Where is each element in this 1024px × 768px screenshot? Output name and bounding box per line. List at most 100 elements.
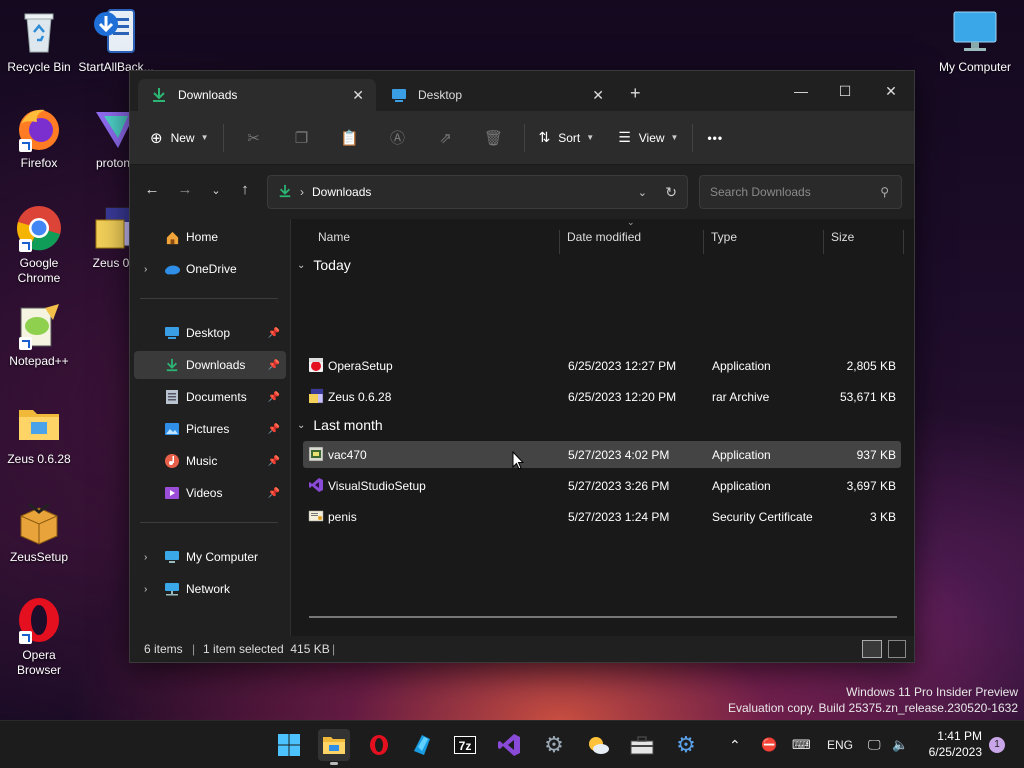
download-icon [278, 184, 292, 201]
desktop-icon-zeussetup[interactable]: ZeusSetup [0, 498, 78, 565]
item-count: 6 items [144, 642, 183, 656]
keyboard-icon[interactable]: ⌨ [792, 721, 811, 768]
volume-icon[interactable]: 🔈 [892, 721, 908, 768]
close-button[interactable]: ✕ [868, 77, 914, 105]
cut-icon[interactable]: ✂ [230, 122, 278, 154]
desktop-icon-recycle-bin[interactable]: Recycle Bin [0, 8, 78, 75]
language-indicator[interactable]: ENG [827, 721, 853, 768]
sidebar-item-network[interactable]: › Network [134, 575, 286, 603]
title-bar: Downloads ✕ Desktop ✕ + ― ☐ ✕ [130, 71, 914, 111]
taskbar-file-explorer[interactable] [318, 729, 350, 765]
sidebar-item-music[interactable]: Music 📌 [134, 447, 286, 475]
sidebar-item-my-computer[interactable]: › My Computer [134, 543, 286, 571]
view-button[interactable]: ☰ View ▼ [610, 122, 686, 154]
rename-icon[interactable]: Ⓐ [374, 122, 422, 154]
desktop-icon-zeus-folder[interactable]: Zeus 0.6.28 [0, 400, 78, 467]
tab-downloads[interactable]: Downloads ✕ [138, 79, 376, 111]
pin-icon: 📌 [267, 327, 280, 339]
paste-icon[interactable]: 📋 [326, 122, 374, 154]
new-tab-button[interactable]: + [630, 83, 641, 104]
chevron-right-icon[interactable]: › [144, 552, 147, 563]
clock[interactable]: 1:41 PM 6/25/2023 [929, 728, 982, 760]
taskbar-opera[interactable] [363, 729, 395, 761]
tab-desktop[interactable]: Desktop ✕ [378, 79, 616, 111]
recent-locations-chevron-icon[interactable]: ⌄ [204, 184, 228, 197]
notification-badge[interactable]: 1 [989, 737, 1005, 753]
tiles-view-icon[interactable] [888, 640, 906, 658]
chevron-right-icon[interactable]: › [144, 264, 147, 275]
maximize-button[interactable]: ☐ [822, 77, 868, 105]
taskbar-toolbox[interactable] [626, 729, 658, 761]
refresh-icon[interactable]: ↻ [665, 184, 677, 201]
taskbar-settings-gear[interactable]: ⚙ [538, 729, 570, 761]
address-bar[interactable]: › Downloads ⌄ ↻ [267, 175, 688, 209]
desktop-icon-firefox[interactable]: Firefox [0, 104, 78, 171]
taskbar-visual-studio[interactable] [493, 729, 525, 761]
delete-icon[interactable]: 🗑 [470, 122, 518, 154]
sidebar-item-onedrive[interactable]: › OneDrive [134, 255, 286, 283]
new-label: New [170, 130, 195, 145]
desktop-icon-label: Zeus 0.6.28 [7, 452, 71, 466]
sidebar-item-videos[interactable]: Videos 📌 [134, 479, 286, 507]
taskbar-app-blue[interactable] [406, 729, 438, 761]
show-hidden-icons-chevron[interactable]: ⌃ [729, 721, 741, 768]
group-header-last-month[interactable]: ⌄ Last month [297, 417, 383, 433]
sidebar-item-label: Downloads [186, 358, 246, 372]
details-view-icon[interactable] [862, 640, 882, 658]
table-row[interactable]: OperaSetup 6/25/2023 12:27 PM Applicatio… [303, 352, 901, 379]
sidebar-item-desktop[interactable]: Desktop 📌 [134, 319, 286, 347]
sidebar-item-downloads[interactable]: Downloads 📌 [134, 351, 286, 379]
new-button[interactable]: ⊕ New ▼ [142, 122, 217, 154]
desktop-icon-my-computer[interactable]: My Computer [936, 8, 1014, 75]
windows-logo-icon [278, 734, 300, 756]
taskbar-weather[interactable] [582, 729, 614, 761]
file-name: VisualStudioSetup [328, 479, 426, 493]
search-input[interactable]: Search Downloads ⚲ [699, 175, 902, 209]
close-tab-icon[interactable]: ✕ [352, 87, 364, 104]
display-icon[interactable]: 🖵 [868, 721, 881, 768]
desktop-icon-google-chrome[interactable]: Google Chrome [0, 204, 78, 286]
copy-icon[interactable]: ❐ [278, 122, 326, 154]
column-separator[interactable] [823, 230, 824, 254]
back-arrow-icon[interactable]: ← [140, 181, 164, 198]
network-disconnected-icon[interactable]: ⛔ [761, 721, 777, 768]
desktop-icon-opera-browser[interactable]: Opera Browser [0, 596, 78, 678]
see-more-button[interactable]: ••• [699, 122, 731, 154]
column-separator[interactable] [903, 230, 904, 254]
table-row[interactable]: vac470 5/27/2023 4:02 PM Application 937… [303, 441, 901, 468]
chevron-down-icon: ▼ [670, 133, 679, 142]
sort-button[interactable]: ⇅ Sort ▼ [531, 122, 603, 154]
group-header-today[interactable]: ⌄ Today [297, 257, 351, 273]
minimize-button[interactable]: ― [778, 77, 824, 105]
column-header-date-modified[interactable]: Date modified [567, 230, 641, 244]
breadcrumb-separator-icon: › [300, 185, 304, 199]
up-arrow-icon[interactable]: ↑ [233, 181, 257, 198]
table-row[interactable]: penis 5/27/2023 1:24 PM Security Certifi… [303, 503, 901, 530]
start-button[interactable] [273, 729, 305, 761]
sidebar-item-home[interactable]: Home [134, 223, 286, 251]
table-row[interactable]: VisualStudioSetup 5/27/2023 3:26 PM Appl… [303, 472, 901, 499]
sidebar-item-documents[interactable]: Documents 📌 [134, 383, 286, 411]
visual-studio-icon [498, 734, 520, 756]
column-header-type[interactable]: Type [711, 230, 737, 244]
column-separator[interactable] [559, 230, 560, 254]
column-separator[interactable] [703, 230, 704, 254]
app-icon [414, 735, 430, 755]
breadcrumb[interactable]: Downloads [312, 185, 371, 199]
desktop-icon-startallback[interactable]: StartAllBack... [77, 8, 155, 75]
chevron-right-icon[interactable]: › [144, 584, 147, 595]
table-row[interactable]: Zeus 0.6.28 6/25/2023 12:20 PM rar Archi… [303, 383, 901, 410]
horizontal-scrollbar[interactable] [309, 616, 897, 618]
close-tab-icon[interactable]: ✕ [592, 87, 604, 104]
status-bar: 6 items | 1 item selected 415 KB | [130, 636, 914, 662]
clock-date: 6/25/2023 [928, 745, 982, 759]
desktop-icon-notepad-plus-plus[interactable]: Notepad++ [0, 302, 78, 369]
forward-arrow-icon[interactable]: → [173, 181, 197, 198]
column-header-size[interactable]: Size [831, 230, 854, 244]
taskbar-7zip[interactable]: 7z [449, 729, 481, 761]
sidebar-item-pictures[interactable]: Pictures 📌 [134, 415, 286, 443]
taskbar-settings[interactable]: ⚙ [670, 729, 702, 761]
share-icon[interactable]: ⇗ [422, 122, 470, 154]
column-header-name[interactable]: Name [318, 230, 350, 244]
address-dropdown-icon[interactable]: ⌄ [638, 186, 647, 199]
